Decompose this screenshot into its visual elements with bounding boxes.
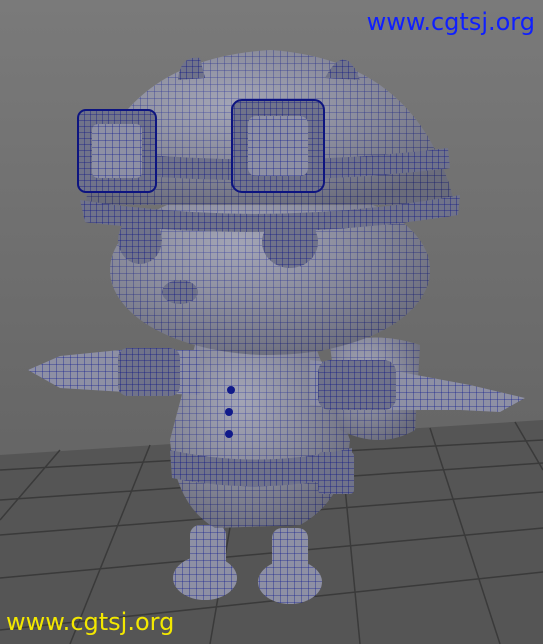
- 3d-viewport[interactable]: www.cgtsj.org www.cgtsj.org: [0, 0, 543, 644]
- watermark-bottom: www.cgtsj.org: [6, 608, 175, 636]
- watermark-top: www.cgtsj.org: [366, 8, 535, 36]
- wireframe-character-render: [0, 50, 543, 644]
